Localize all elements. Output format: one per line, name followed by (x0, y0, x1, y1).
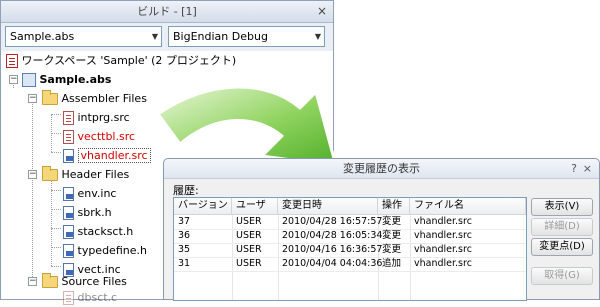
collapse-toggle-assembler[interactable]: − (28, 94, 37, 103)
tree-file-typedefine[interactable]: typedefine.h (63, 241, 147, 260)
cell-user[interactable]: USER (232, 229, 262, 243)
cell-filename[interactable]: vhandler.src (410, 229, 472, 243)
build-panel-title: ビルド - [1] (137, 5, 197, 18)
file-label: vecttbl.src (77, 130, 136, 143)
file-label: sbrk.h (77, 206, 112, 219)
source-file-icon (63, 149, 74, 163)
cell-version[interactable]: 31 (174, 257, 190, 271)
view-button[interactable]: 表示(V) (531, 198, 593, 216)
column-header-user[interactable]: ユーザ (232, 198, 278, 215)
folder-icon (42, 273, 58, 288)
workspace-label: ワークスペース 'Sample' (2 プロジェクト) (21, 54, 237, 67)
project-icon (22, 73, 36, 87)
file-label: dbsct.c (77, 291, 118, 304)
tree-file-intprg[interactable]: intprg.src (63, 108, 130, 127)
history-dialog-title: 変更履歴の表示 (343, 162, 420, 175)
chevron-down-icon[interactable]: ▼ (315, 27, 321, 46)
cell-datetime[interactable]: 2010/04/28 16:05:34 (278, 229, 382, 243)
build-combo-row: Sample.abs ▼ BigEndian Debug ▼ (1, 23, 333, 51)
tree-file-dbsct[interactable]: dbsct.c (63, 288, 117, 307)
tree-file-vecttbl[interactable]: vecttbl.src (63, 127, 135, 146)
cell-datetime[interactable]: 2010/04/16 16:36:57 (278, 243, 382, 257)
changes-button[interactable]: 変更点(D) (531, 238, 593, 256)
column-header-datetime[interactable]: 変更日時 (278, 198, 378, 215)
tree-file-vhandler[interactable]: vhandler.src (63, 146, 151, 165)
history-dialog: 変更履歴の表示 ? × 履歴: バージョン ユーザ 変更日時 操作 ファイル名 … (163, 158, 600, 301)
folder-icon (42, 166, 58, 181)
history-label: 履歴: (173, 184, 199, 197)
collapse-toggle-source[interactable]: − (28, 277, 37, 286)
tree-file-stacksct[interactable]: stacksct.h (63, 222, 133, 241)
file-label-selected: vhandler.src (77, 148, 151, 163)
column-header-version[interactable]: バージョン (174, 198, 232, 215)
cell-filename[interactable]: vhandler.src (410, 257, 472, 271)
source-file-icon (63, 291, 74, 305)
cell-filename[interactable]: vhandler.src (410, 215, 472, 229)
folder-label: Assembler Files (61, 92, 147, 105)
header-file-icon (63, 225, 74, 239)
cell-user[interactable]: USER (232, 215, 262, 229)
header-file-icon (63, 187, 74, 201)
cell-operation[interactable]: 変更 (378, 215, 401, 229)
source-file-icon (63, 130, 74, 144)
file-label: env.inc (77, 187, 117, 200)
build-panel-titlebar[interactable]: ビルド - [1] × (1, 1, 333, 23)
tree-folder-assembler[interactable]: Assembler Files (42, 89, 147, 108)
cell-user[interactable]: USER (232, 257, 262, 271)
source-file-icon (63, 111, 74, 125)
history-dialog-titlebar[interactable]: 変更履歴の表示 ? × (164, 159, 599, 179)
tree-file-sbrk[interactable]: sbrk.h (63, 203, 112, 222)
cell-user[interactable]: USER (232, 243, 262, 257)
config-select[interactable]: BigEndian Debug ▼ (168, 26, 325, 47)
tree-file-env[interactable]: env.inc (63, 184, 116, 203)
chevron-down-icon[interactable]: ▼ (152, 27, 158, 46)
close-icon[interactable]: × (583, 159, 592, 178)
header-file-icon (63, 206, 74, 220)
collapse-toggle-project[interactable]: − (9, 75, 18, 84)
cell-filename[interactable]: vhandler.src (410, 243, 472, 257)
cell-version[interactable]: 36 (174, 229, 190, 243)
cell-datetime[interactable]: 2010/04/04 04:04:36 (278, 257, 382, 271)
file-label: stacksct.h (77, 225, 134, 238)
history-table[interactable]: バージョン ユーザ 変更日時 操作 ファイル名 37 USER 2010/04/… (173, 197, 527, 301)
details-button[interactable]: 詳細(D) (531, 218, 593, 236)
collapse-toggle-header[interactable]: − (28, 170, 37, 179)
column-header-operation[interactable]: 操作 (378, 198, 410, 215)
cell-operation[interactable]: 変更 (378, 229, 401, 243)
project-select-value: Sample.abs (10, 30, 75, 43)
workspace-icon (6, 54, 18, 68)
file-label: intprg.src (77, 111, 130, 124)
cell-datetime[interactable]: 2010/04/28 16:57:57 (278, 215, 382, 229)
get-button[interactable]: 取得(G) (531, 267, 593, 285)
project-select[interactable]: Sample.abs ▼ (5, 26, 162, 47)
column-header-filename[interactable]: ファイル名 (410, 198, 526, 215)
header-file-icon (63, 244, 74, 258)
help-icon[interactable]: ? (571, 159, 577, 178)
file-label: typedefine.h (77, 244, 147, 257)
folder-label: Header Files (61, 168, 130, 181)
cell-operation[interactable]: 変更 (378, 243, 401, 257)
project-label: Sample.abs (39, 73, 112, 86)
tree-item-project[interactable]: Sample.abs (22, 70, 111, 89)
config-select-value: BigEndian Debug (173, 30, 268, 43)
folder-label: Source Files (61, 275, 127, 288)
cell-operation[interactable]: 追加 (378, 257, 401, 271)
close-icon[interactable]: × (317, 1, 327, 22)
folder-icon (42, 90, 58, 105)
cell-version[interactable]: 37 (174, 215, 190, 229)
tree-folder-header[interactable]: Header Files (42, 165, 129, 184)
cell-version[interactable]: 35 (174, 243, 190, 257)
